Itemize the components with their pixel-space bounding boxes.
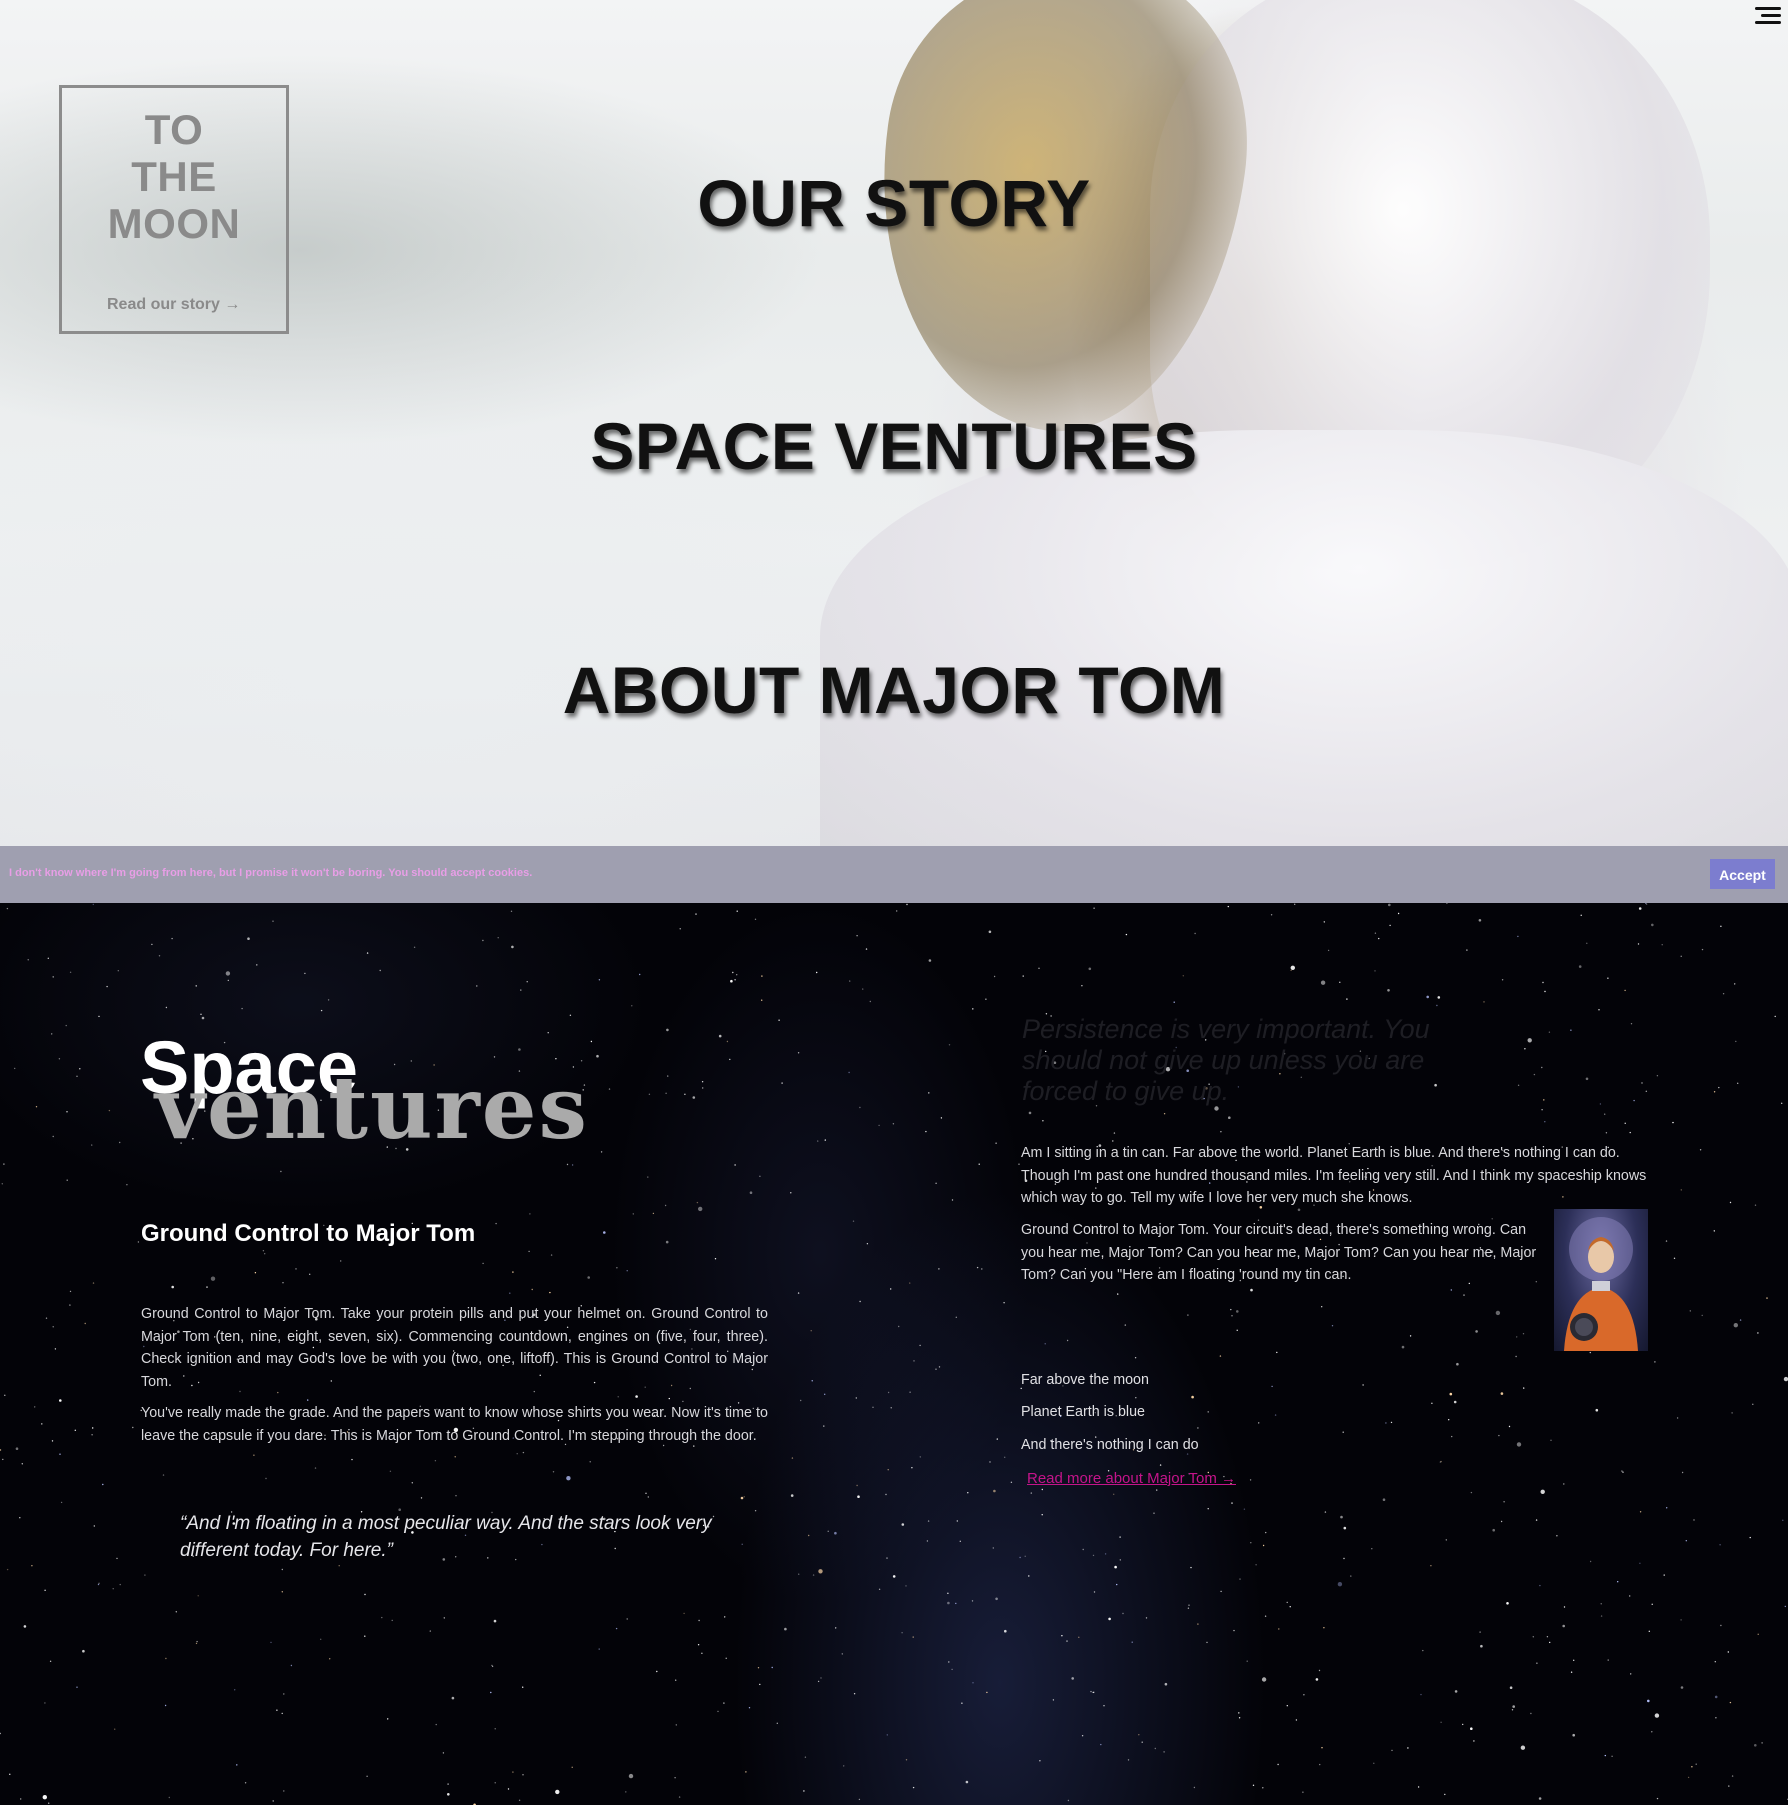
section-heading: Ground Control to Major Tom (141, 1220, 476, 1247)
side-paragraph: Ground Control to Major Tom. Your circui… (1021, 1222, 1537, 1283)
nav-space-ventures[interactable]: SPACE VENTURES (0, 408, 1788, 484)
cookie-message: I don't know where I'm going from here, … (9, 867, 533, 879)
side-quote: Persistence is very important. You shoul… (1022, 1014, 1430, 1106)
nav-about-major-tom[interactable]: ABOUT MAJOR TOM (0, 652, 1788, 728)
body-paragraph: Ground Control to Major Tom. Take your p… (141, 1306, 768, 1390)
astronaut-suit-image (820, 430, 1788, 846)
read-more-major-tom-link[interactable]: Read more about Major Tom → (1027, 1470, 1236, 1487)
nav-our-story[interactable]: OUR STORY (0, 165, 1788, 241)
read-our-story-link[interactable]: Read our story → (107, 296, 240, 314)
lyric-line: Planet Earth is blue (1021, 1404, 1145, 1420)
lyric-line: Far above the moon (1021, 1372, 1149, 1388)
major-tom-portrait-image (1554, 1209, 1648, 1351)
side-paragraph: Am I sitting in a tin can. Far above the… (1021, 1145, 1647, 1206)
cookie-bar: I don't know where I'm going from here, … (0, 846, 1788, 903)
section-title-ventures: ventures (155, 1058, 589, 1159)
lyric-line: And there's nothing I can do (1021, 1437, 1199, 1453)
hero-section: TO THE MOON Read our story → OUR STORY S… (0, 0, 1788, 846)
hamburger-menu-icon[interactable] (1753, 4, 1783, 26)
pull-quote: “And I'm floating in a most peculiar way… (180, 1513, 712, 1561)
body-paragraph: You've really made the grade. And the pa… (141, 1405, 768, 1444)
accept-cookies-button[interactable]: Accept (1710, 859, 1775, 889)
